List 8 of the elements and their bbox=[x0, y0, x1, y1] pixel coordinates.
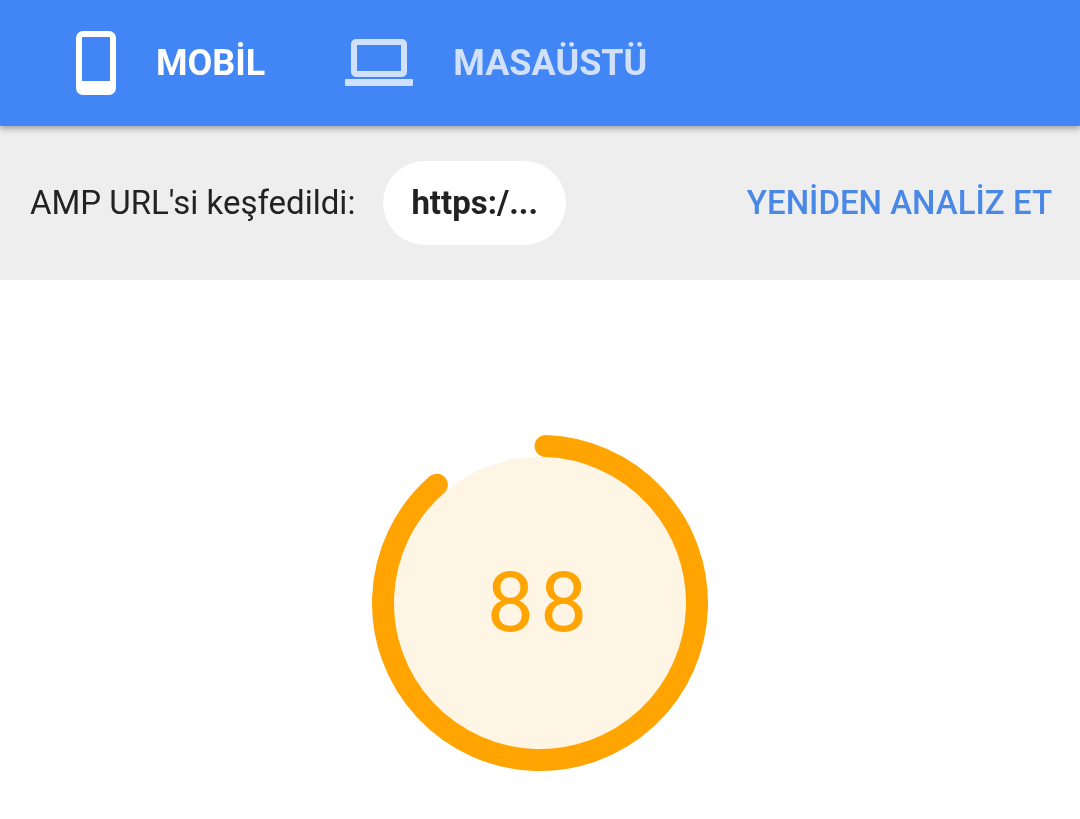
score-value: 88 bbox=[486, 552, 594, 654]
url-chip: https:/... bbox=[383, 161, 566, 245]
laptop-icon bbox=[345, 39, 414, 87]
phone-icon bbox=[76, 31, 116, 95]
device-tab[interactable]: MASAÜSTÜ bbox=[345, 0, 648, 126]
amp-label: AMP URL'si keşfedildi: bbox=[30, 182, 356, 225]
device-tab[interactable]: MOBİL bbox=[76, 0, 266, 126]
reanalyze-link[interactable]: YENİDEN ANALİZ ET bbox=[746, 178, 1052, 228]
